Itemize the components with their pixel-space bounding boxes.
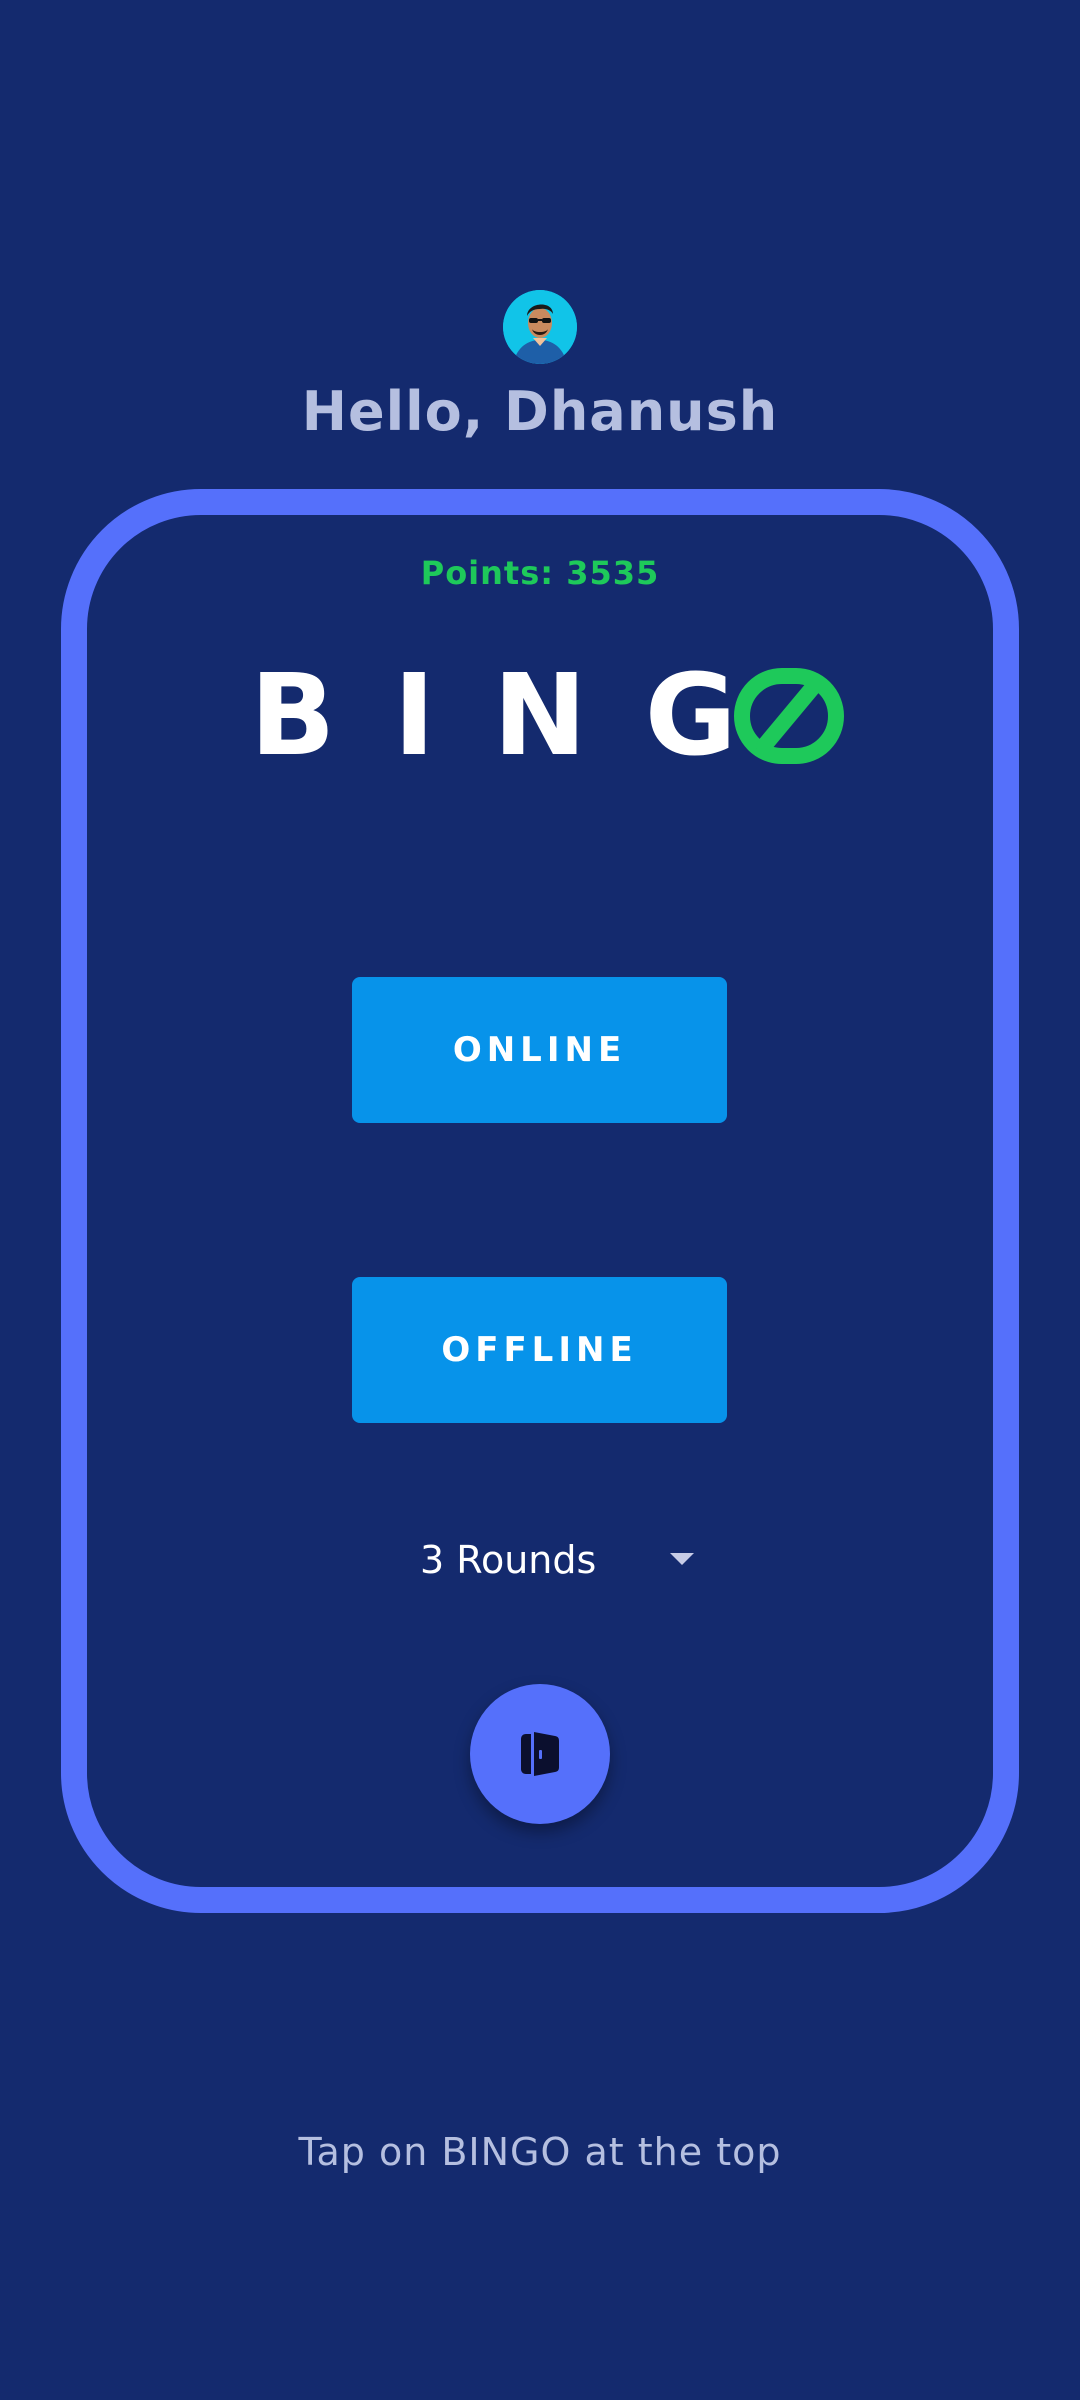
online-button[interactable]: ONLINE [352,977,727,1123]
caret-down-icon [670,1553,694,1565]
offline-button[interactable]: OFFLINE [352,1277,727,1423]
rounds-selected-value: 3 Rounds [420,1538,597,1582]
bingo-logo-letters: BING [250,651,795,781]
hint-text: Tap on BINGO at the top [298,2130,782,2174]
bingo-logo[interactable]: BING O [250,656,844,776]
greeting-title: Hello, Dhanush [301,380,779,443]
bingo-logo-o-icon: O [734,668,844,764]
door-exit-icon [521,1732,559,1776]
points-label: Points: 3535 [420,554,660,592]
rounds-dropdown[interactable]: 3 Rounds [420,1527,700,1593]
exit-button[interactable] [470,1684,610,1824]
profile-photo-icon [503,290,577,364]
avatar[interactable] [503,290,577,364]
